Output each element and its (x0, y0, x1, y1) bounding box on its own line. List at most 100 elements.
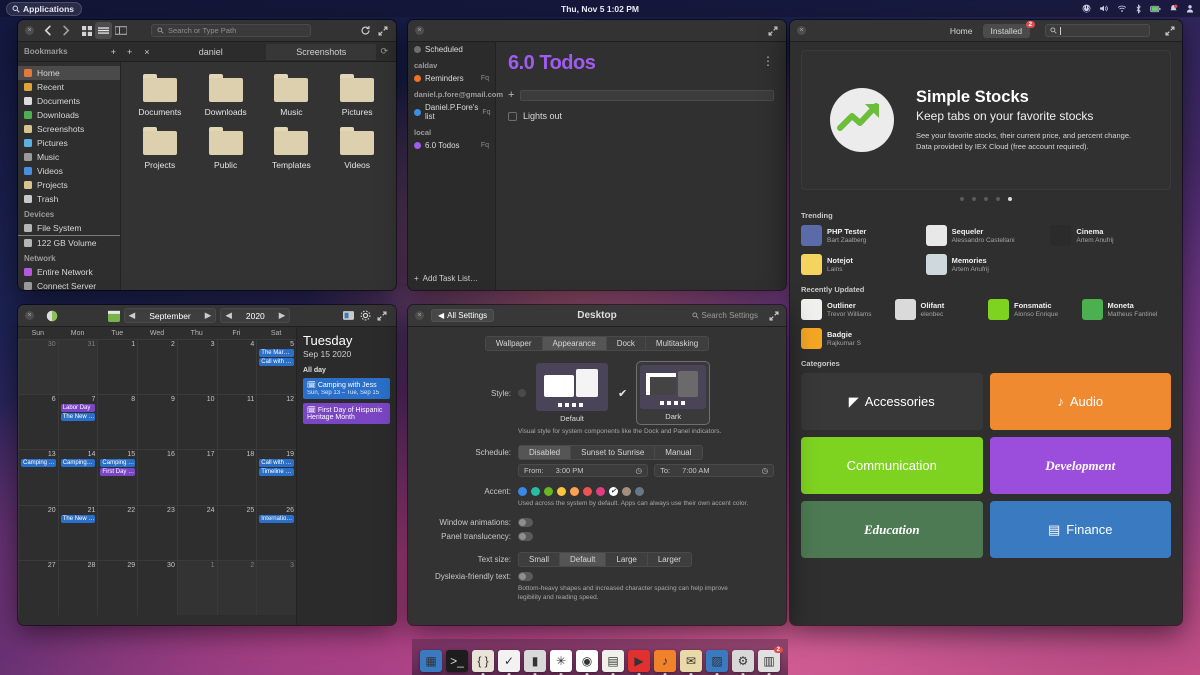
todos-list-daniel-p-fore-s-list[interactable]: Daniel.P.Fore's list Fq (408, 100, 495, 124)
calendar-day-cell[interactable]: 1 (97, 340, 137, 395)
task-row[interactable]: Lights out (508, 111, 774, 121)
calendar-event[interactable]: Camping … (21, 459, 56, 468)
calendar-day-cell[interactable]: 11 (216, 395, 257, 450)
folder-item[interactable]: Templates (261, 127, 323, 170)
calendar-day-cell[interactable]: 21 The New … (57, 505, 98, 560)
app-entry[interactable]: Moneta Matheus Fantinel (1081, 299, 1172, 320)
clock-icon[interactable]: ◷ (636, 466, 643, 475)
appcenter-search-input[interactable] (1045, 24, 1150, 37)
next-month-button[interactable]: ▶ (201, 309, 216, 322)
style-option-dark[interactable]: Dark (636, 361, 711, 425)
accent-swatch[interactable] (583, 486, 592, 496)
dock-item-video[interactable]: ▶ (628, 650, 650, 675)
tab-daniel[interactable]: daniel (156, 44, 266, 60)
calendar-event[interactable]: The New … (60, 514, 96, 523)
dock-item-settings[interactable]: ⚙ (732, 650, 754, 675)
refresh-button[interactable] (357, 22, 374, 39)
notification-icon[interactable] (1169, 4, 1178, 13)
tab-screenshots[interactable]: Screenshots (266, 43, 377, 60)
accent-swatch[interactable] (596, 486, 605, 496)
tab-history-icon[interactable]: ⟳ (376, 46, 396, 57)
sidebar-item-documents[interactable]: Documents (18, 94, 120, 108)
accent-swatch[interactable] (544, 486, 553, 496)
calendar-event[interactable]: Camping … (100, 459, 136, 468)
from-time-field[interactable]: From: 3:00 PM ◷ (518, 463, 649, 477)
accent-swatch[interactable] (635, 486, 644, 496)
app-entry[interactable]: Cinema Artem Anufrij (1050, 225, 1171, 246)
tab-appearance[interactable]: Appearance (542, 336, 607, 351)
add-bookmark-button[interactable]: + (111, 47, 116, 57)
calendar-sources-button[interactable] (340, 307, 357, 324)
prev-month-button[interactable]: ◀ (125, 309, 140, 322)
sidebar-event[interactable]: 🗓 Camping with Jess Sun, Sep 13 – Tue, Se… (303, 378, 390, 399)
session-icon[interactable] (1186, 4, 1194, 13)
category-communication[interactable]: Communication (801, 437, 983, 494)
sidebar-item-music[interactable]: Music (18, 150, 120, 164)
maximize-button[interactable] (1161, 22, 1178, 39)
calendar-day-cell[interactable]: 9 (137, 395, 177, 450)
dock-item-appcenter[interactable]: ▥ 2 (758, 647, 783, 675)
tab-home[interactable]: Home (942, 24, 981, 38)
folder-item[interactable]: Pictures (326, 74, 388, 117)
dock-item-spreadsheet[interactable]: ▤ (602, 650, 624, 675)
calendar-day-cell[interactable]: 12 (256, 395, 296, 450)
calendar-day-cell[interactable]: 23 (137, 505, 177, 560)
sidebar-item-trash[interactable]: Trash (18, 192, 120, 206)
calendar-day-cell[interactable]: 8 (97, 395, 137, 450)
calendar-day-cell[interactable]: 24 (176, 505, 217, 560)
accent-swatch[interactable] (570, 486, 579, 496)
style-radio[interactable] (518, 389, 526, 397)
folder-item[interactable]: Music (261, 74, 323, 117)
battery-icon[interactable] (1150, 5, 1161, 13)
category-finance[interactable]: ▤ Finance (989, 501, 1171, 558)
calendar-event[interactable]: Internatio… (259, 514, 294, 523)
calendar-day-cell[interactable]: 28 (57, 560, 98, 615)
calendar-day-cell[interactable]: 25 (216, 505, 257, 560)
dock-item-slack[interactable]: ✳ (550, 650, 572, 675)
text-size-large[interactable]: Large (606, 551, 648, 567)
accent-swatch[interactable] (518, 486, 527, 496)
folder-item[interactable]: Videos (326, 127, 388, 170)
calendar-day-cell[interactable]: 14 Camping… (57, 450, 98, 505)
clock-icon[interactable]: ◷ (762, 466, 769, 475)
featured-app-banner[interactable]: Simple Stocks Keep tabs on your favorite… (801, 50, 1171, 190)
banner-dot[interactable] (1008, 197, 1012, 201)
calendar-event[interactable]: Camping… (60, 459, 96, 468)
app-entry[interactable]: Badgie Rajkumar S (801, 328, 891, 349)
calendar-day-cell[interactable]: 19 Call with … Timeline … (256, 450, 296, 505)
accent-swatch[interactable] (531, 486, 540, 496)
dock-item-music[interactable]: ♪ (654, 650, 676, 675)
tab-multitasking[interactable]: Multitasking (645, 336, 710, 351)
sidebar-item-pictures[interactable]: Pictures (18, 136, 120, 150)
back-button[interactable] (40, 22, 57, 39)
category-audio[interactable]: ♪ Audio (989, 373, 1171, 430)
calendar-event[interactable]: First Day … (100, 468, 136, 477)
category-development[interactable]: Development (989, 437, 1171, 494)
dock-item-code[interactable]: { } (472, 650, 494, 675)
banner-dot[interactable] (960, 197, 964, 201)
calendar-day-cell[interactable]: 2 (137, 340, 177, 395)
text-size-default[interactable]: Default (560, 551, 607, 567)
close-window-button[interactable]: × (25, 311, 34, 320)
dock-item-mail[interactable]: ✉ (680, 650, 702, 675)
prev-year-button[interactable]: ◀ (221, 309, 236, 322)
sidebar-item-home[interactable]: Home (18, 66, 120, 80)
sidebar-item-downloads[interactable]: Downloads (18, 108, 120, 122)
todos-list-reminders[interactable]: Reminders Fq (408, 71, 495, 86)
category-accessories[interactable]: ◤ Accessories (801, 373, 983, 430)
banner-pagination-dots[interactable] (801, 197, 1171, 201)
schedule-disabled[interactable]: Disabled (518, 444, 572, 460)
maximize-button[interactable] (765, 307, 782, 324)
accent-swatch[interactable]: ✔ (609, 486, 618, 496)
schedule-manual[interactable]: Manual (655, 444, 703, 460)
tab-wallpaper[interactable]: Wallpaper (484, 336, 543, 351)
dock-item-web-browser[interactable]: ◉ (576, 650, 598, 675)
calendar-day-cell[interactable]: 4 (216, 340, 257, 395)
accent-swatch[interactable] (557, 486, 566, 496)
app-entry[interactable]: Fonsmatic Alonso Enrique (988, 299, 1078, 320)
dock-item-tasks[interactable]: ✓ (498, 650, 520, 675)
tab-installed[interactable]: Installed 2 (982, 20, 1036, 38)
sidebar-item-videos[interactable]: Videos (18, 164, 120, 178)
banner-dot[interactable] (972, 197, 976, 201)
grid-view-button[interactable] (78, 22, 95, 39)
